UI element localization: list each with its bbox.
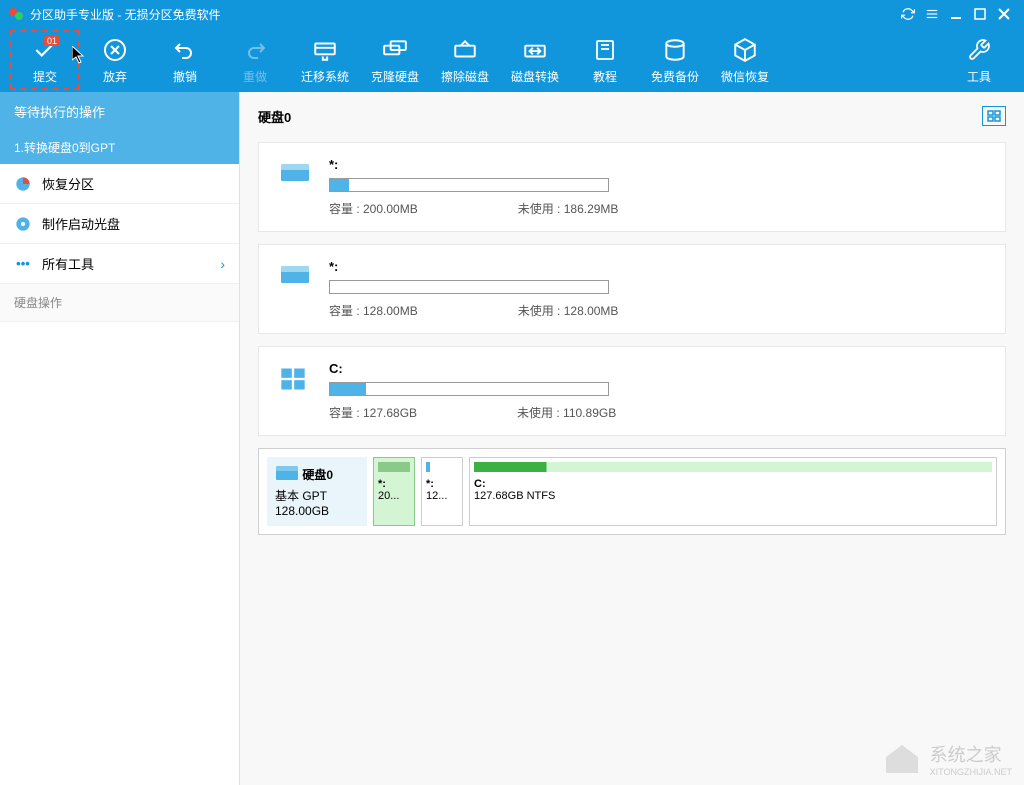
titlebar: 分区助手专业版 - 无损分区免费软件 <box>0 0 1024 28</box>
wrench-icon <box>965 36 993 64</box>
disk-block[interactable]: 硬盘0 基本 GPT 128.00GB <box>267 457 367 526</box>
capacity-label: 容量 : 128.00MB <box>329 302 418 319</box>
book-icon <box>591 36 619 64</box>
partition-name: *: <box>329 259 985 274</box>
backup-button[interactable]: 免费备份 <box>640 30 710 90</box>
tutorial-button[interactable]: 教程 <box>570 30 640 90</box>
refresh-icon[interactable] <box>896 2 920 26</box>
discard-button[interactable]: 放弃 <box>80 30 150 90</box>
cancel-icon <box>101 36 129 64</box>
partition-block[interactable]: *: 20... <box>373 457 415 526</box>
submit-button[interactable]: 01 提交 <box>10 30 80 90</box>
unused-label: 未使用 : 186.29MB <box>518 200 619 217</box>
sidebar-item-alltools[interactable]: ••• 所有工具 › <box>0 244 239 284</box>
disk-icon <box>275 465 299 483</box>
disc-icon <box>14 215 32 233</box>
disk-title: 硬盘0 <box>258 107 291 126</box>
pending-badge: 01 <box>44 36 60 46</box>
windows-icon <box>279 365 311 389</box>
redo-button: 重做 <box>220 30 290 90</box>
capacity-label: 容量 : 127.68GB <box>329 404 417 421</box>
recover-icon <box>731 36 759 64</box>
disk-icon <box>279 161 311 185</box>
watermark: 系统之家 XITONGZHIJIA.NET <box>882 741 1012 777</box>
app-logo-icon <box>8 6 24 22</box>
sidebar-section-diskops: 硬盘操作 <box>0 284 239 322</box>
undo-icon <box>171 36 199 64</box>
minimize-button[interactable] <box>944 2 968 26</box>
disk-map: 硬盘0 基本 GPT 128.00GB *: 20... *: 12... C:… <box>258 448 1006 535</box>
backup-icon <box>661 36 689 64</box>
redo-icon <box>241 36 269 64</box>
pending-operation-item[interactable]: 1.转换硬盘0到GPT <box>0 131 239 164</box>
toolbar: 01 提交 放弃 撤销 重做 迁移系统 克隆硬盘 擦除磁盘 磁盘转换 教程 免费… <box>0 28 1024 92</box>
convert-icon <box>521 36 549 64</box>
usage-bar <box>329 280 609 294</box>
pie-icon <box>14 175 32 193</box>
tools-button[interactable]: 工具 <box>944 30 1014 90</box>
partition-name: *: <box>329 157 985 172</box>
undo-button[interactable]: 撤销 <box>150 30 220 90</box>
chevron-right-icon: › <box>220 256 225 272</box>
window-title: 分区助手专业版 - 无损分区免费软件 <box>30 6 896 23</box>
partition-name: C: <box>329 361 985 376</box>
sidebar: 等待执行的操作 1.转换硬盘0到GPT 恢复分区 制作启动光盘 ••• 所有工具… <box>0 92 240 785</box>
unused-label: 未使用 : 110.89GB <box>517 404 616 421</box>
menu-icon[interactable] <box>920 2 944 26</box>
house-icon <box>882 741 922 777</box>
weixin-button[interactable]: 微信恢复 <box>710 30 780 90</box>
close-button[interactable] <box>992 2 1016 26</box>
sidebar-item-recover[interactable]: 恢复分区 <box>0 164 239 204</box>
partition-block[interactable]: *: 12... <box>421 457 463 526</box>
partition-card[interactable]: *: 容量 : 128.00MB 未使用 : 128.00MB <box>258 244 1006 334</box>
usage-bar <box>329 382 609 396</box>
view-toggle-button[interactable] <box>982 106 1006 126</box>
maximize-button[interactable] <box>968 2 992 26</box>
partition-card[interactable]: C: 容量 : 127.68GB 未使用 : 110.89GB <box>258 346 1006 436</box>
wipe-icon <box>451 36 479 64</box>
partition-card[interactable]: *: 容量 : 200.00MB 未使用 : 186.29MB <box>258 142 1006 232</box>
migrate-button[interactable]: 迁移系统 <box>290 30 360 90</box>
pending-operations-header: 等待执行的操作 <box>0 92 239 131</box>
clone-button[interactable]: 克隆硬盘 <box>360 30 430 90</box>
wipe-button[interactable]: 擦除磁盘 <box>430 30 500 90</box>
usage-bar <box>329 178 609 192</box>
partition-block[interactable]: C: 127.68GB NTFS <box>469 457 997 526</box>
content-area: 硬盘0 *: 容量 : 200.00MB 未使用 : 186.29MB *: 容… <box>240 92 1024 785</box>
clone-icon <box>381 36 409 64</box>
capacity-label: 容量 : 200.00MB <box>329 200 418 217</box>
unused-label: 未使用 : 128.00MB <box>518 302 619 319</box>
dots-icon: ••• <box>14 255 32 273</box>
disk-icon <box>279 263 311 287</box>
migrate-icon <box>311 36 339 64</box>
convert-button[interactable]: 磁盘转换 <box>500 30 570 90</box>
sidebar-item-bootdisc[interactable]: 制作启动光盘 <box>0 204 239 244</box>
